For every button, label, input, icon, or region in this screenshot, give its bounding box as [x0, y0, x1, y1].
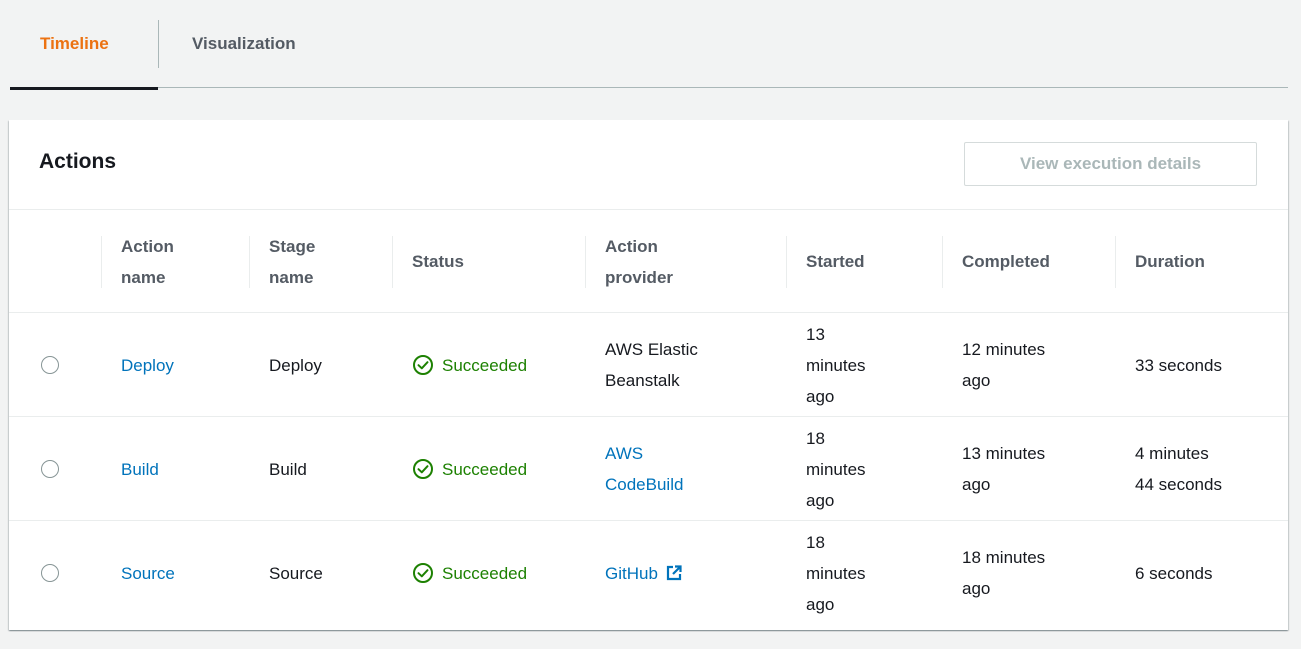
duration-text: 33 seconds: [1135, 355, 1222, 375]
started-cell: 18 minutes ago: [806, 521, 866, 625]
column-header-label: Stage name: [269, 236, 316, 287]
stage-name-cell: Deploy: [269, 313, 322, 417]
row-select-radio[interactable]: [41, 564, 59, 582]
stage-name-text: Build: [269, 459, 307, 479]
column-divider: [1115, 236, 1116, 288]
view-execution-details-button[interactable]: View execution details: [964, 142, 1257, 186]
column-header-label: Action provider: [605, 236, 674, 287]
action-provider-cell: GitHub: [605, 521, 682, 625]
status-text: Succeeded: [442, 459, 528, 479]
tab-bar: Timeline Visualization: [10, 0, 1288, 90]
column-divider: [249, 236, 250, 288]
check-circle-icon: [413, 459, 433, 479]
completed-text: 18 minutes ago: [962, 548, 1046, 598]
stage-name-text: Source: [269, 563, 323, 583]
column-divider: [392, 236, 393, 288]
column-header-action-provider: Action provider: [585, 210, 674, 313]
external-link-icon: [666, 564, 682, 580]
panel-header: Actions View execution details: [9, 120, 1288, 210]
check-circle-icon: [413, 563, 433, 583]
started-text: 18 minutes ago: [806, 532, 866, 614]
column-divider: [101, 236, 102, 288]
stage-name-text: Deploy: [269, 355, 322, 375]
column-header-started: Started: [786, 210, 865, 313]
action-name-link[interactable]: Build: [121, 454, 159, 485]
row-select-radio[interactable]: [41, 460, 59, 478]
started-text: 18 minutes ago: [806, 428, 866, 510]
action-provider-cell: AWS CodeBuild: [605, 417, 683, 521]
tab-timeline[interactable]: Timeline: [10, 0, 158, 90]
completed-text: 13 minutes ago: [962, 444, 1046, 494]
column-header-completed: Completed: [942, 210, 1050, 313]
completed-text: 12 minutes ago: [962, 340, 1046, 390]
started-cell: 13 minutes ago: [806, 313, 866, 417]
action-provider-text: AWS Elastic Beanstalk: [605, 340, 698, 390]
duration-cell: 6 seconds: [1135, 521, 1213, 625]
action-name-cell: Build: [121, 417, 159, 521]
column-header-label: Completed: [962, 252, 1050, 271]
stage-name-cell: Source: [269, 521, 323, 625]
completed-cell: 13 minutes ago: [962, 417, 1045, 521]
column-header-label: Status: [412, 252, 464, 271]
duration-cell: 4 minutes 44 seconds: [1135, 417, 1222, 521]
column-header-stage-name: Stage name: [249, 210, 316, 313]
actions-panel: Actions View execution details Action nam…: [9, 120, 1288, 630]
duration-text: 4 minutes 44 seconds: [1135, 444, 1222, 494]
table-row: Deploy Deploy Succeeded AWS Elastic Beans…: [9, 313, 1288, 417]
completed-cell: 12 minutes ago: [962, 313, 1045, 417]
started-cell: 18 minutes ago: [806, 417, 866, 521]
started-text: 13 minutes ago: [806, 324, 866, 406]
action-provider-link[interactable]: AWS CodeBuild: [605, 438, 683, 500]
column-divider: [786, 236, 787, 288]
tab-visualization[interactable]: Visualization: [192, 0, 296, 88]
column-header-label: Started: [806, 252, 865, 271]
status-badge: Succeeded: [412, 454, 527, 485]
status-cell: Succeeded: [412, 417, 527, 521]
action-provider-cell: AWS Elastic Beanstalk: [605, 313, 698, 417]
table-row: Source Source Succeeded GitHub 18 minutes…: [9, 521, 1288, 625]
completed-cell: 18 minutes ago: [962, 521, 1045, 625]
column-divider: [942, 236, 943, 288]
status-text: Succeeded: [442, 563, 528, 583]
status-cell: Succeeded: [412, 521, 527, 625]
action-name-link[interactable]: Source: [121, 558, 175, 589]
stage-name-cell: Build: [269, 417, 307, 521]
action-name-cell: Source: [121, 521, 175, 625]
status-text: Succeeded: [442, 355, 528, 375]
status-cell: Succeeded: [412, 313, 527, 417]
table-row: Build Build Succeeded AWS CodeBuild 18 min…: [9, 417, 1288, 521]
tab-divider: [158, 20, 159, 68]
column-header-label: Duration: [1135, 252, 1205, 271]
status-badge: Succeeded: [412, 350, 527, 381]
column-divider: [585, 236, 586, 288]
column-header-action-name: Action name: [101, 210, 174, 313]
duration-cell: 33 seconds: [1135, 313, 1222, 417]
status-badge: Succeeded: [412, 558, 527, 589]
panel-title: Actions: [39, 150, 117, 173]
duration-text: 6 seconds: [1135, 563, 1213, 583]
action-name-cell: Deploy: [121, 313, 174, 417]
action-name-link[interactable]: Deploy: [121, 350, 174, 381]
column-header-duration: Duration: [1115, 210, 1205, 313]
column-header-status: Status: [392, 210, 464, 313]
action-provider-link[interactable]: GitHub: [605, 558, 682, 589]
table-header: Action name Stage name Status Action provid…: [9, 210, 1288, 313]
row-select-radio[interactable]: [41, 356, 59, 374]
column-header-label: Action name: [121, 236, 174, 287]
check-circle-icon: [413, 355, 433, 375]
